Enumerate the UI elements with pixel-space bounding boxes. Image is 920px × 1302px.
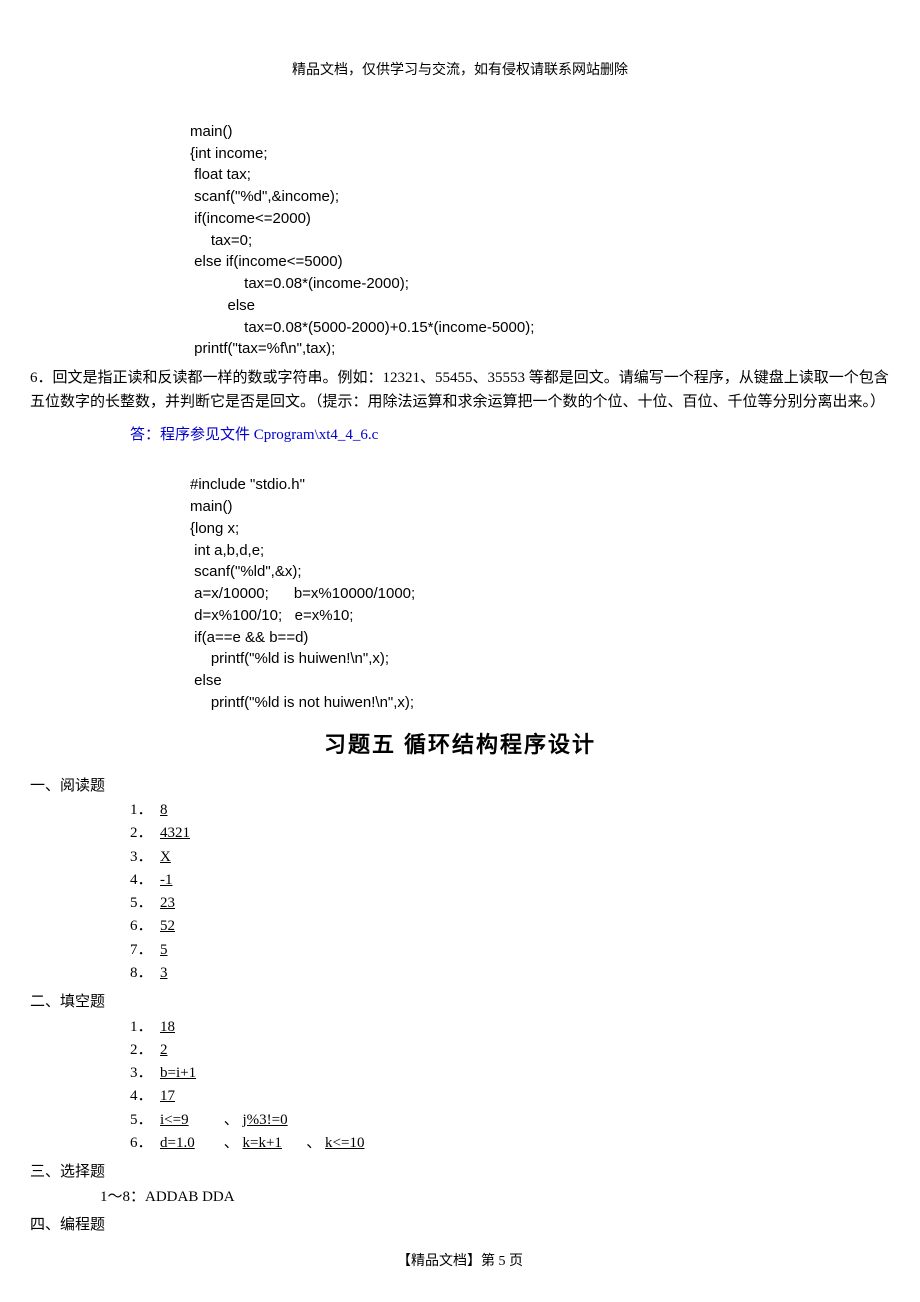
code-line: #include "stdio.h" [190,476,305,493]
section-4-heading: 四、编程题 [30,1214,890,1237]
code-line: float tax; [190,166,251,183]
blank-value: j%3!=0 [243,1109,303,1132]
list-item: 1．8 [130,799,890,822]
code-line: a=x/10000; b=x%10000/1000; [190,585,415,602]
blank-value: 2 [160,1039,220,1062]
separator: 、 [220,1112,243,1128]
header-note: 精品文档，仅供学习与交流，如有侵权请联系网站删除 [30,60,890,81]
item-number: 1． [130,1016,160,1039]
item-value: 52 [160,915,232,938]
item-number: 7． [130,939,160,962]
code-line: int a,b,d,e; [190,542,264,559]
item-value: X [160,846,232,869]
section-2-heading: 二、填空题 [30,991,890,1014]
code-line: tax=0.08*(5000-2000)+0.15*(income-5000); [190,319,534,336]
separator: 、 [303,1135,326,1151]
page-footer: 【精品文档】第 5 页 [0,1251,920,1272]
code-line: tax=0.08*(income-2000); [190,275,409,292]
list-item: 1． 18 [130,1016,890,1039]
list-item: 3．X [130,846,890,869]
item-number: 5． [130,1109,160,1132]
code-line: {long x; [190,520,239,537]
item-number: 8． [130,962,160,985]
item-value: 3 [160,962,232,985]
blank-value: b=i+1 [160,1062,220,1085]
item-number: 3． [130,846,160,869]
code-line: if(income<=2000) [190,210,311,227]
code-line: printf("%ld is huiwen!\n",x); [190,650,389,667]
item-number: 6． [130,1132,160,1155]
blank-value: d=1.0 [160,1132,220,1155]
list-item: 6．52 [130,915,890,938]
list-item: 3． b=i+1 [130,1062,890,1085]
code-line: if(a==e && b==d) [190,629,308,646]
code-line: main() [190,498,233,515]
item-number: 5． [130,892,160,915]
item-number: 2． [130,822,160,845]
section-2-list: 1． 18 2． 2 3． b=i+1 4． 17 5． i<=9 、 j%3!… [30,1016,890,1156]
list-item: 4．-1 [130,869,890,892]
chapter-title: 习题五 循环结构程序设计 [30,728,890,761]
item-number: 4． [130,869,160,892]
code-line: else [190,297,255,314]
code-block-palindrome: #include "stdio.h" main() {long x; int a… [190,453,890,714]
list-item: 5． i<=9 、 j%3!=0 [130,1109,890,1132]
question-6-text: 6．回文是指正读和反读都一样的数或字符串。例如：12321、55455、3555… [30,366,890,414]
section-3-heading: 三、选择题 [30,1161,890,1184]
list-item: 5．23 [130,892,890,915]
list-item: 8．3 [130,962,890,985]
code-line: main() [190,123,233,140]
item-number: 6． [130,915,160,938]
item-value: 8 [160,799,232,822]
code-line: {int income; [190,145,268,162]
list-item: 2．4321 [130,822,890,845]
section-1-heading: 一、阅读题 [30,775,890,798]
blank-value: k=k+1 [243,1132,303,1155]
item-value: -1 [160,869,232,892]
item-number: 3． [130,1062,160,1085]
code-line: scanf("%d",&income); [190,188,339,205]
blank-value: k<=10 [325,1132,385,1155]
item-number: 2． [130,1039,160,1062]
item-value: 5 [160,939,232,962]
list-item: 4． 17 [130,1085,890,1108]
code-line: d=x%100/10; e=x%10; [190,607,353,624]
list-item: 7．5 [130,939,890,962]
item-value: 4321 [160,822,232,845]
code-line: printf("%ld is not huiwen!\n",x); [190,694,414,711]
code-line: tax=0; [190,232,252,249]
section-3-answers: 1～8：ADDAB DDA [100,1186,890,1209]
section-1-list: 1．82．43213．X4．-15．236．527．58．3 [30,799,890,985]
list-item: 2． 2 [130,1039,890,1062]
code-line: printf("tax=%f\n",tax); [190,340,335,357]
list-item: 6． d=1.0 、 k=k+1 、 k<=10 [130,1132,890,1155]
blank-value: 18 [160,1016,220,1039]
separator: 、 [220,1135,243,1151]
blank-value: 17 [160,1085,220,1108]
answer-6-label: 答：程序参见文件 Cprogram\xt4_4_6.c [130,424,890,447]
blank-value: i<=9 [160,1109,220,1132]
code-line: else [190,672,222,689]
item-number: 4． [130,1085,160,1108]
item-number: 1． [130,799,160,822]
item-value: 23 [160,892,232,915]
code-line: scanf("%ld",&x); [190,563,302,580]
code-line: else if(income<=5000) [190,253,343,270]
code-block-income-tax: main() {int income; float tax; scanf("%d… [190,99,890,360]
